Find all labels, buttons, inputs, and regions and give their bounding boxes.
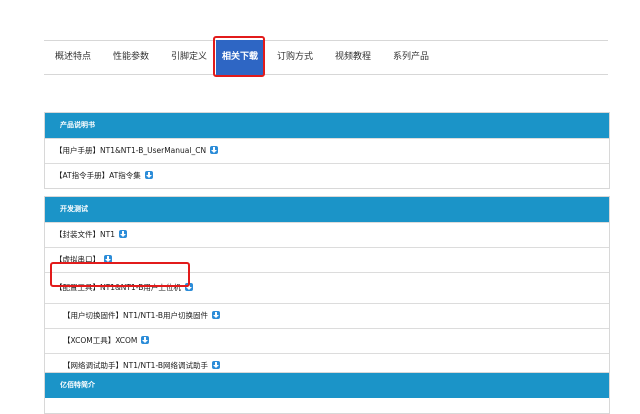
- section-title: 亿佰特简介: [45, 373, 609, 398]
- download-link[interactable]: 【AT指令手册】AT指令集: [55, 171, 141, 180]
- download-link[interactable]: 【用户手册】NT1&NT1-B_UserManual_CN: [55, 146, 206, 155]
- download-item[interactable]: 【用户切换固件】NT1/NT1-B用户切换固件: [45, 303, 609, 328]
- tab-performance[interactable]: 性能参数: [102, 41, 160, 74]
- tab-series-products[interactable]: 系列产品: [382, 41, 440, 74]
- download-icon[interactable]: [144, 171, 153, 179]
- tab-pin-definition[interactable]: 引脚定义: [160, 41, 218, 74]
- download-icon[interactable]: [118, 230, 127, 238]
- download-item[interactable]: 【AT指令手册】AT指令集: [45, 163, 609, 188]
- download-icon[interactable]: [184, 283, 193, 291]
- download-item[interactable]: 【用户手册】NT1&NT1-B_UserManual_CN: [45, 138, 609, 163]
- download-icon[interactable]: [212, 311, 221, 319]
- download-icon[interactable]: [210, 146, 219, 154]
- tab-downloads[interactable]: 相关下载: [216, 40, 264, 75]
- download-item[interactable]: 【配置工具】NT1&NT1-B用户上位机: [45, 272, 609, 303]
- download-item[interactable]: 【封装文件】NT1: [45, 222, 609, 247]
- product-tabs: 概述特点 性能参数 引脚定义 相关下载 订购方式 视频教程 系列产品: [44, 40, 608, 75]
- download-link[interactable]: 【XCOM工具】XCOM: [63, 336, 137, 345]
- download-link[interactable]: 【网络调试助手】NT1/NT1-B网络调试助手: [63, 361, 208, 370]
- section-product-manuals: 产品说明书 【用户手册】NT1&NT1-B_UserManual_CN 【AT指…: [44, 112, 610, 189]
- section-title: 产品说明书: [45, 113, 609, 138]
- tab-video-tutorial[interactable]: 视频教程: [324, 41, 382, 74]
- section-title: 开发测试: [45, 197, 609, 222]
- download-icon[interactable]: [212, 361, 221, 369]
- download-icon[interactable]: [104, 255, 112, 263]
- tab-overview[interactable]: 概述特点: [44, 41, 102, 74]
- tab-ordering[interactable]: 订购方式: [266, 41, 324, 74]
- download-link[interactable]: 【配置工具】NT1&NT1-B用户上位机: [55, 283, 181, 292]
- download-icon[interactable]: [141, 336, 150, 344]
- download-link[interactable]: 【用户切换固件】NT1/NT1-B用户切换固件: [63, 311, 208, 320]
- section-company-intro: 亿佰特简介: [44, 372, 610, 414]
- section-dev-testing: 开发测试 【封装文件】NT1 【虚拟串口】 【配置工具】NT1&NT1-B用户上…: [44, 196, 610, 379]
- download-item[interactable]: 【XCOM工具】XCOM: [45, 328, 609, 353]
- download-link[interactable]: 【封装文件】NT1: [55, 230, 115, 239]
- download-link[interactable]: 【虚拟串口】: [55, 255, 100, 264]
- download-item[interactable]: 【虚拟串口】: [45, 247, 609, 272]
